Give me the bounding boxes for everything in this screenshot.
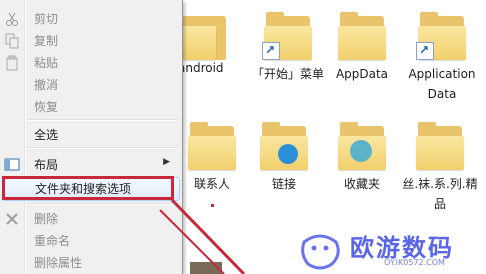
watermark-url: OY.IK0572.COM [384, 258, 445, 267]
watermark-logo-icon [301, 234, 340, 270]
watermark: 欧游数码 OY.IK0572.COM [290, 222, 486, 274]
